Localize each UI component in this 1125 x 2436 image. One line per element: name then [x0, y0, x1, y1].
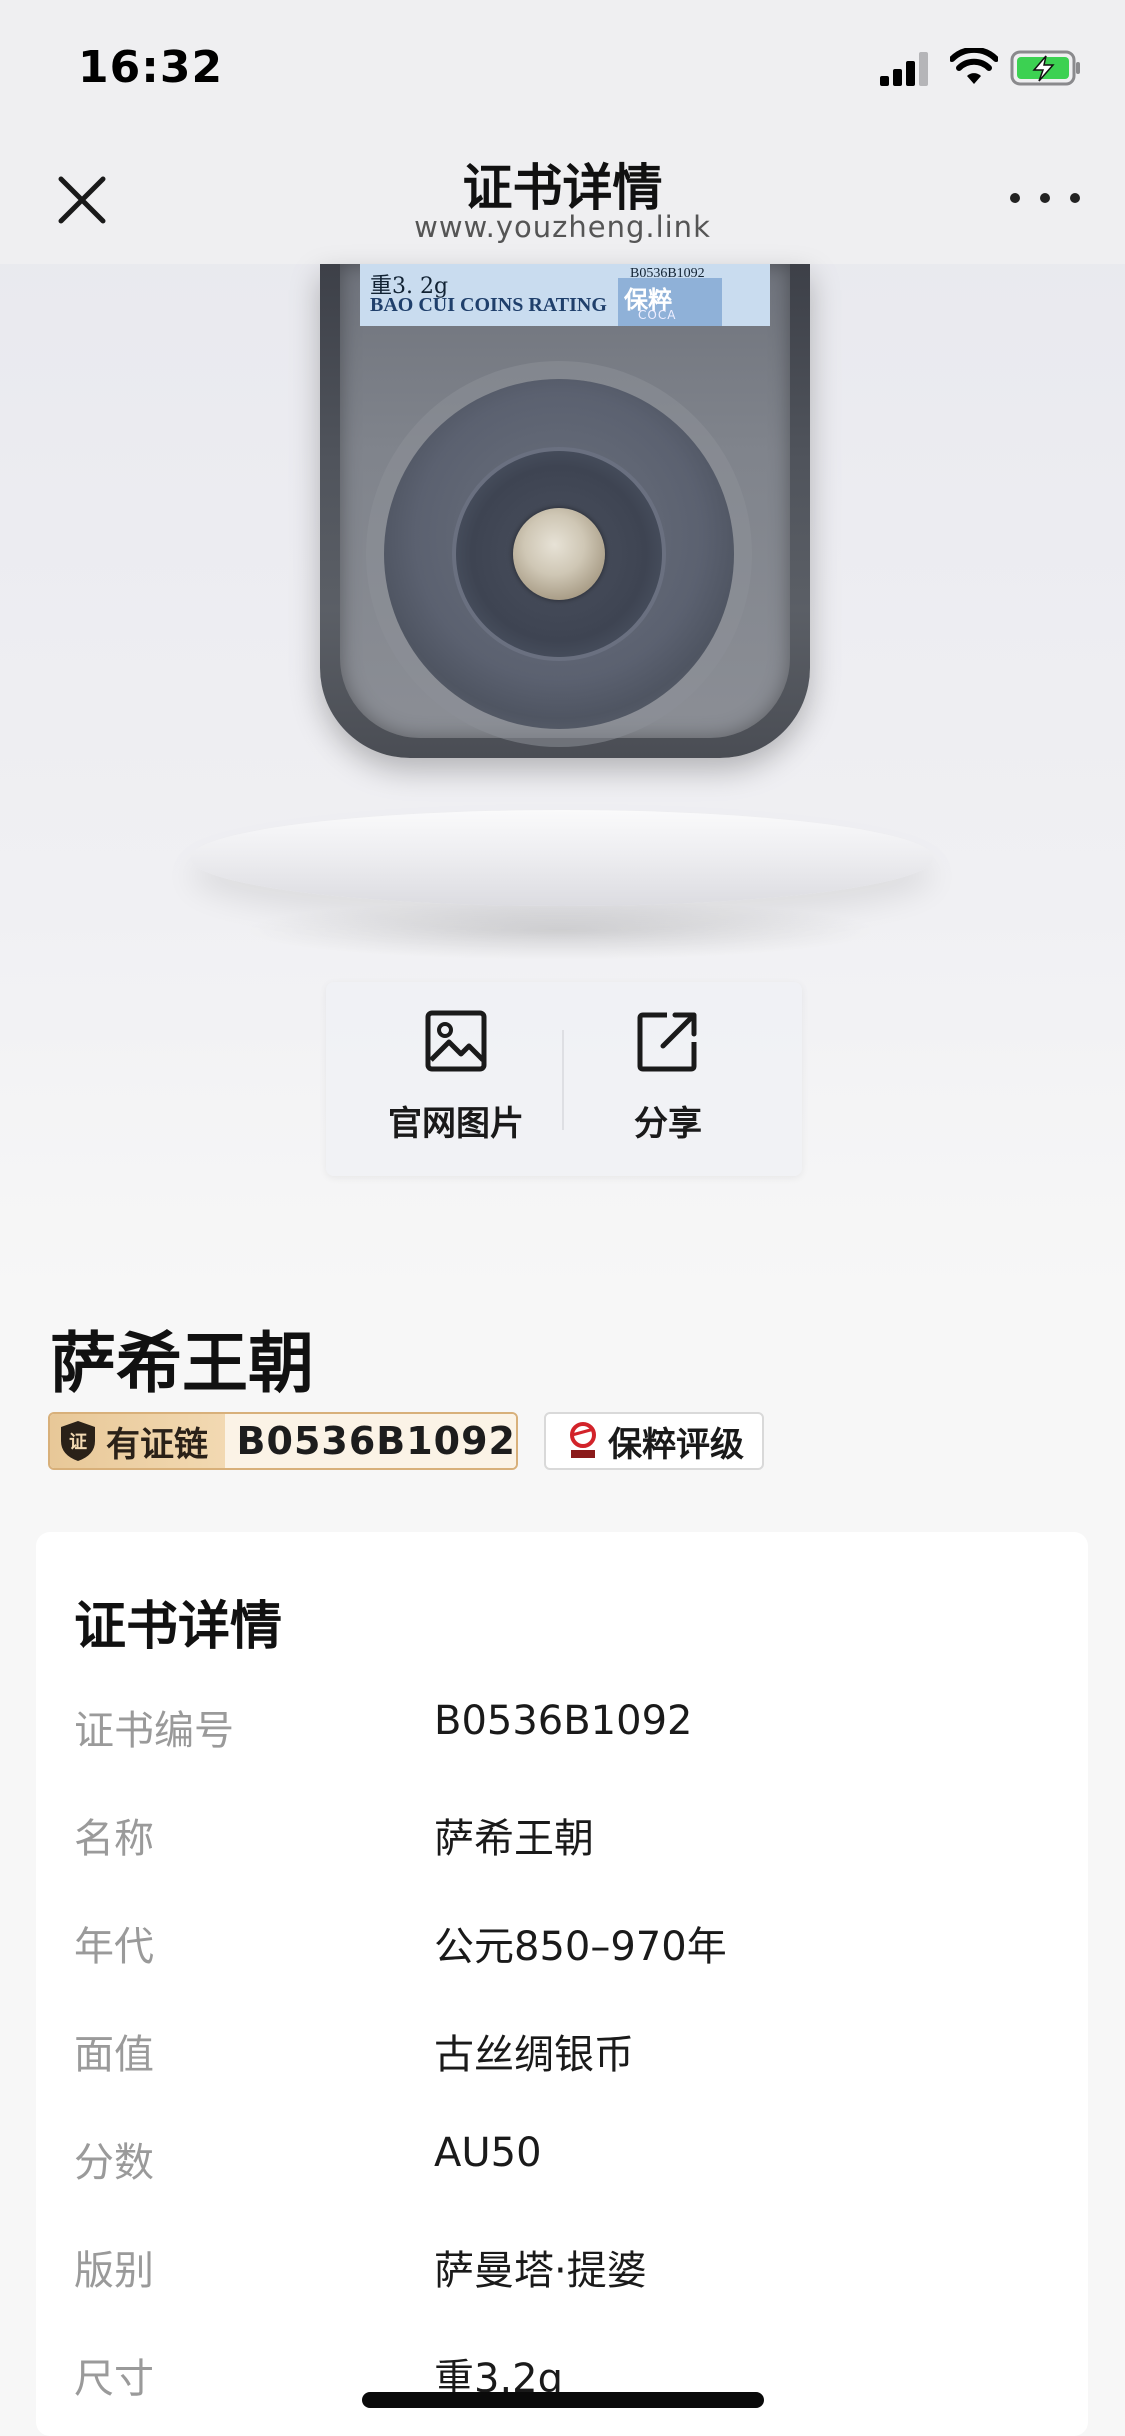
image-icon	[425, 1010, 487, 1072]
item-title: 萨希王朝	[50, 1325, 314, 1402]
detail-value-name: 萨希王朝	[434, 1816, 594, 1862]
details-title: 证书详情	[74, 1597, 283, 1657]
slab-logo-sub: COCA	[638, 308, 677, 322]
shield-icon-text: 证	[69, 1432, 87, 1453]
detail-value-grade: AU50	[434, 2130, 542, 2176]
coin	[513, 508, 605, 600]
home-indicator[interactable]	[362, 2392, 764, 2408]
shield-icon: 证	[61, 1421, 95, 1461]
details-card	[36, 1532, 1088, 2436]
official-images-label: 官网图片	[388, 1104, 524, 1144]
share-button[interactable]: 分享	[568, 1010, 768, 1150]
detail-value-cert-no: B0536B1092	[434, 1698, 693, 1744]
org-name: 保粹评级	[608, 1424, 744, 1465]
more-button[interactable]	[1010, 180, 1080, 216]
org-logo-icon	[570, 1422, 596, 1458]
detail-value-era: 公元850–970年	[434, 1924, 727, 1970]
detail-label-cert-no: 证书编号	[74, 1708, 234, 1754]
detail-label-grade: 分数	[74, 2140, 154, 2186]
grading-org-badge[interactable]: 保粹评级	[544, 1412, 764, 1470]
detail-label-name: 名称	[74, 1816, 154, 1862]
pedestal-shadow	[240, 900, 880, 960]
detail-label-variety: 版别	[74, 2248, 154, 2294]
detail-label-denomination: 面值	[74, 2032, 154, 2078]
action-divider	[562, 1030, 564, 1130]
more-icon	[1010, 193, 1020, 203]
share-label: 分享	[634, 1104, 702, 1144]
cellular-signal-icon	[880, 52, 928, 86]
wifi-icon	[950, 48, 998, 84]
chain-cert-number: B0536B1092	[224, 1414, 516, 1468]
more-icon-dot	[1070, 193, 1080, 203]
pedestal	[190, 810, 934, 906]
detail-value-denomination: 古丝绸银币	[434, 2032, 634, 2078]
slab-rating-text: BAO CUI COINS RATING	[370, 294, 607, 316]
coin-slab-image: 重3. 2g BAO CUI COINS RATING B0536B1092 保…	[320, 264, 810, 758]
chain-badge-left: 证 有证链	[50, 1414, 225, 1468]
detail-label-size: 尺寸	[74, 2356, 154, 2402]
page-url: www.youzheng.link	[414, 210, 711, 244]
status-time: 16:32	[78, 42, 224, 93]
detail-value-variety: 萨曼塔·提婆	[434, 2248, 647, 2294]
share-icon	[637, 1012, 697, 1072]
official-images-button[interactable]: 官网图片	[356, 1010, 556, 1150]
detail-label-era: 年代	[74, 1924, 154, 1970]
chain-label: 有证链	[106, 1424, 208, 1465]
battery-charging-icon	[1010, 50, 1080, 86]
certificate-chain-badge: 证 有证链 B0536B1092	[48, 1412, 518, 1470]
more-icon-dot	[1040, 193, 1050, 203]
